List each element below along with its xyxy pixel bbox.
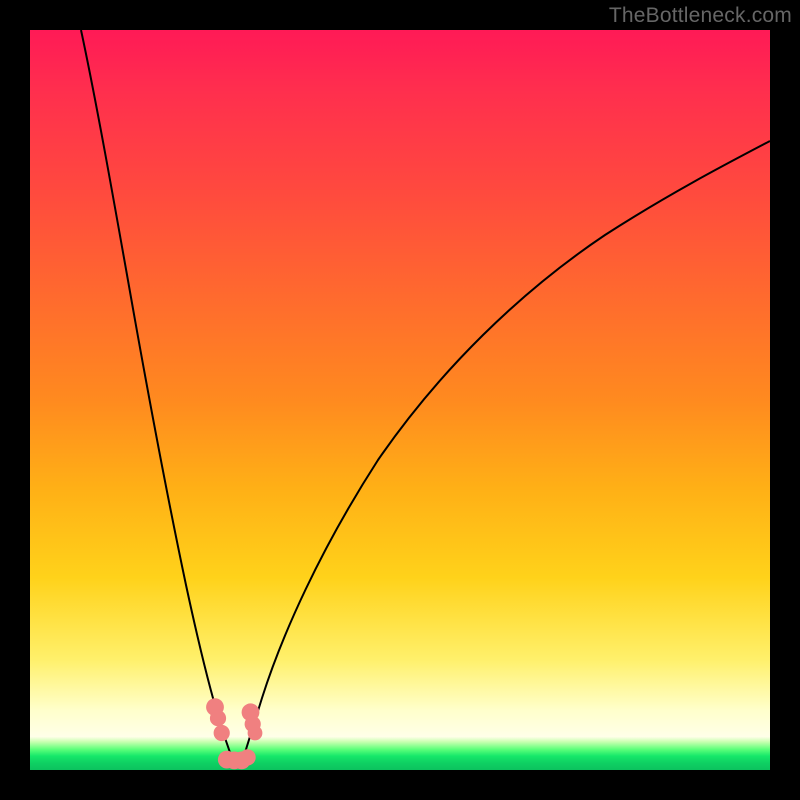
data-marker <box>210 710 226 726</box>
curve-left-branch <box>81 30 232 759</box>
markers-group <box>206 698 262 769</box>
data-marker <box>240 749 256 765</box>
curve-right-branch <box>243 141 770 759</box>
chart-frame <box>30 30 770 770</box>
data-marker <box>214 725 230 741</box>
data-marker <box>248 726 263 741</box>
chart-svg <box>30 30 770 770</box>
watermark-text: TheBottleneck.com <box>609 4 792 28</box>
